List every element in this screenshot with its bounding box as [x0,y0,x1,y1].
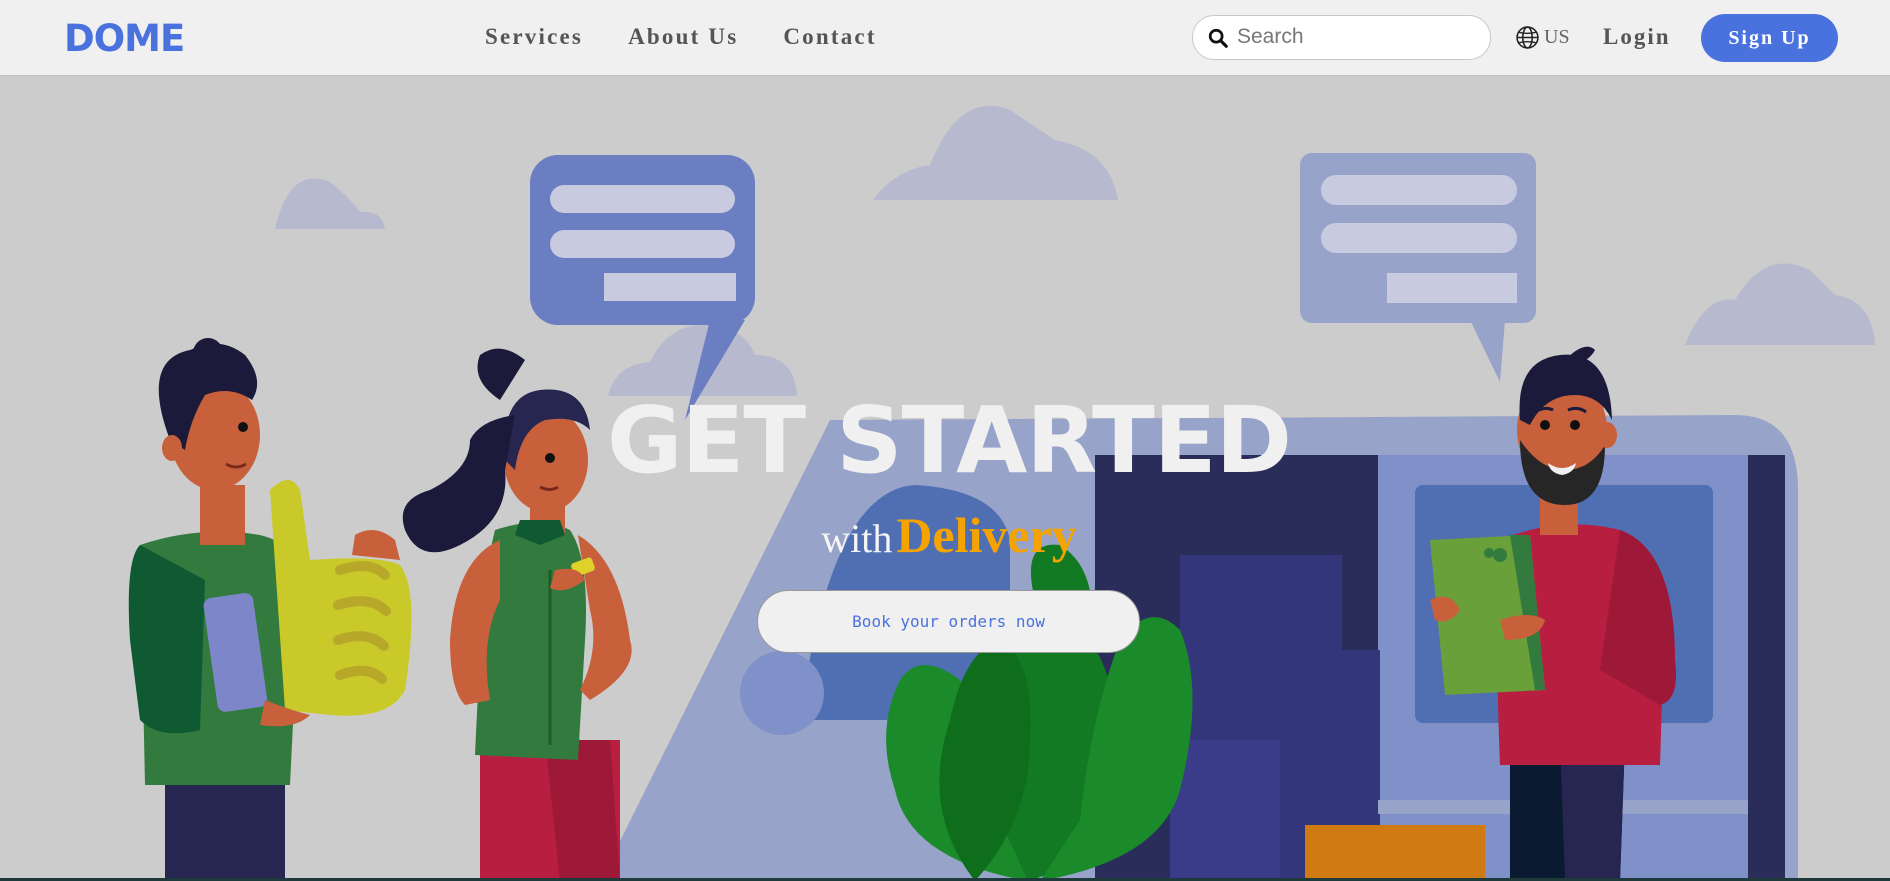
search-icon [1208,28,1228,48]
hero-title: GET STARTED [607,387,1292,494]
search-input[interactable] [1237,16,1477,57]
sign-up-button[interactable]: Sign Up [1701,14,1838,62]
language-label: US [1544,25,1570,48]
search-box [1192,15,1491,60]
hero-section: GET STARTED with Delivery Book your orde… [0,75,1890,881]
globe-icon [1516,25,1539,49]
language-selector[interactable]: US [1515,22,1570,52]
hero-subtitle: with Delivery [0,510,1890,560]
login-link[interactable]: Login [1603,24,1671,50]
brand-logo[interactable]: DOME [64,17,185,60]
nav-link-contact[interactable]: Contact [783,24,876,50]
top-navbar: DOME Services About Us Contact US Login … [0,0,1890,75]
hero-subtitle-with: with [821,516,893,561]
book-orders-button[interactable]: Book your orders now [757,590,1140,653]
nav-link-services[interactable]: Services [485,24,583,50]
hero-subtitle-highlight: Delivery [896,507,1077,563]
nav-links: Services About Us Contact [485,24,877,50]
nav-link-about-us[interactable]: About Us [628,24,738,50]
